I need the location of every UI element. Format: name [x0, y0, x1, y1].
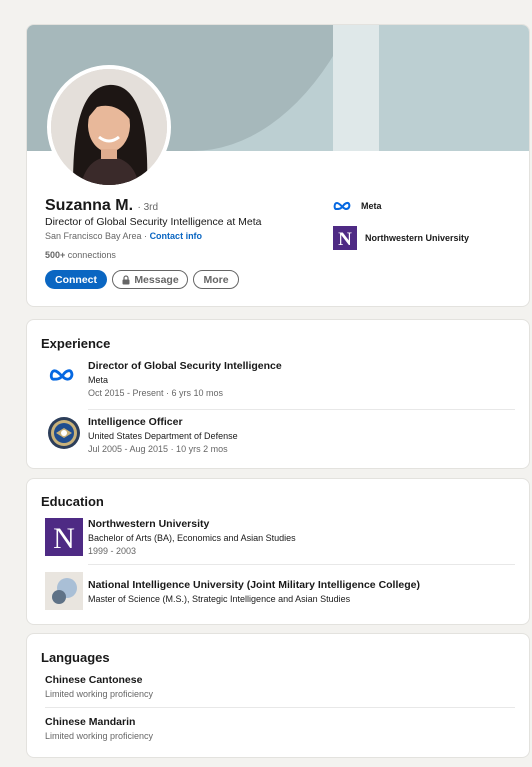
experience-title: Experience — [41, 336, 111, 351]
meta-logo-icon — [333, 200, 353, 212]
profile-headline: Director of Global Security Intelligence… — [45, 216, 262, 228]
education-section: Education N Northwestern University Bach… — [26, 478, 530, 625]
connections-label: connections — [67, 250, 116, 260]
connections-count[interactable]: 500+ connections — [45, 250, 116, 260]
experience-item[interactable]: Director of Global Security Intelligence… — [41, 360, 517, 402]
more-button-label: More — [203, 273, 229, 286]
dod-seal-icon — [47, 416, 81, 450]
profile-top-card: Suzanna M. · 3rd Director of Global Secu… — [26, 24, 530, 307]
banner-band-shape — [333, 25, 379, 151]
education-item[interactable]: N Northwestern University Bachelor of Ar… — [41, 518, 517, 560]
experience-dates: Oct 2015 - Present · 6 yrs 10 mos — [88, 388, 224, 398]
svg-text:N: N — [338, 229, 352, 250]
education-school-name: Northwestern University — [88, 518, 210, 530]
connect-button-label: Connect — [55, 273, 97, 286]
profile-name-text: Suzanna M. — [45, 197, 134, 214]
profile-location: San Francisco Bay Area · Contact info — [45, 231, 202, 241]
language-name: Chinese Cantonese — [45, 674, 143, 686]
affiliation-northwestern[interactable]: N Northwestern University — [333, 226, 469, 250]
contact-info-link[interactable]: Contact info — [150, 231, 203, 241]
education-degree: Master of Science (M.S.), Strategic Inte… — [88, 594, 351, 604]
affiliation-meta-label: Meta — [361, 201, 382, 211]
experience-section: Experience Director of Global Security I… — [26, 319, 530, 469]
svg-text:N: N — [53, 521, 75, 555]
languages-title: Languages — [41, 650, 110, 665]
meta-logo-icon — [49, 366, 77, 384]
languages-divider — [45, 707, 515, 708]
experience-divider — [88, 409, 515, 410]
northwestern-logo-icon: N — [333, 226, 357, 250]
education-item[interactable]: National Intelligence University (Joint … — [41, 572, 517, 612]
education-degree: Bachelor of Arts (BA), Economics and Asi… — [88, 533, 296, 543]
language-proficiency: Limited working proficiency — [45, 689, 154, 699]
location-text: San Francisco Bay Area · — [45, 231, 148, 241]
experience-company: Meta — [88, 375, 109, 385]
connect-button[interactable]: Connect — [45, 270, 107, 289]
affiliation-northwestern-label: Northwestern University — [365, 233, 470, 243]
experience-job-title: Intelligence Officer — [88, 416, 183, 428]
languages-section: Languages Chinese Cantonese Limited work… — [26, 633, 530, 758]
profile-name: Suzanna M. · 3rd — [45, 197, 158, 215]
experience-item[interactable]: Intelligence Officer United States Depar… — [41, 416, 517, 458]
language-name: Chinese Mandarin — [45, 716, 136, 728]
language-proficiency: Limited working proficiency — [45, 731, 154, 741]
experience-job-title: Director of Global Security Intelligence — [88, 360, 282, 372]
affiliation-meta[interactable]: Meta — [333, 200, 382, 212]
profile-avatar[interactable] — [47, 65, 171, 189]
avatar-portrait-icon — [51, 69, 167, 185]
experience-company: United States Department of Defense — [88, 431, 238, 441]
connection-degree: · 3rd — [137, 202, 159, 213]
lock-icon — [121, 274, 131, 285]
school-placeholder-icon — [45, 572, 83, 610]
education-dates: 1999 - 2003 — [88, 546, 137, 556]
experience-dates: Jul 2005 - Aug 2015 · 10 yrs 2 mos — [88, 444, 228, 454]
message-button-label: Message — [134, 273, 179, 286]
education-school-name: National Intelligence University (Joint … — [88, 579, 420, 591]
more-button[interactable]: More — [193, 270, 239, 289]
message-button[interactable]: Message — [112, 270, 188, 289]
northwestern-logo-icon: N — [45, 518, 83, 556]
education-title: Education — [41, 494, 104, 509]
connections-number: 500+ — [45, 250, 66, 260]
education-divider — [88, 564, 515, 565]
